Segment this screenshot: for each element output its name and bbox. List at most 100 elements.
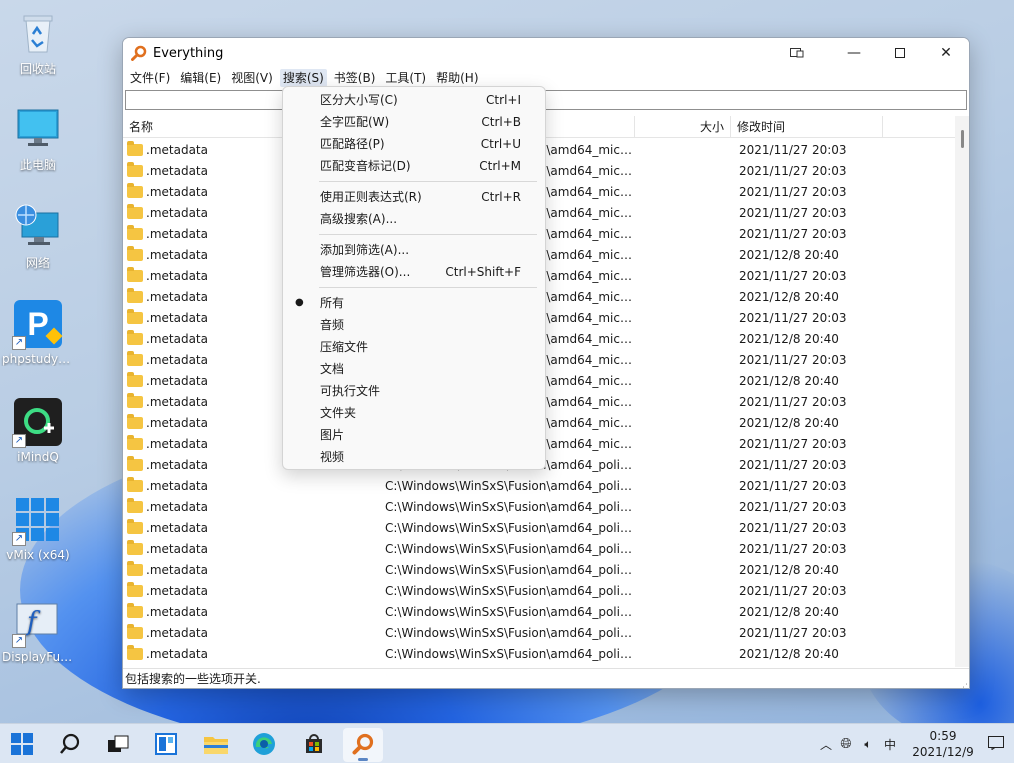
- search-icon[interactable]: [56, 730, 84, 758]
- desktop-icon-label: vMix (x64): [6, 548, 70, 562]
- desktop-icon-displayfusion[interactable]: f ↗ DisplayFus...: [0, 598, 76, 664]
- shortcut-arrow-icon: ↗: [12, 434, 26, 448]
- ime-indicator[interactable]: 中: [878, 736, 902, 753]
- search-menu-item[interactable]: 匹配路径(P) Ctrl+U: [283, 133, 545, 155]
- menu-item-shortcut: Ctrl+U: [480, 137, 521, 151]
- start-icon[interactable]: [8, 730, 36, 758]
- table-row[interactable]: .metadata C:\Windows\WinSxS\Fusion\amd64_…: [123, 622, 955, 643]
- cell-modified: 2021/11/27 20:03: [739, 499, 847, 514]
- minimize-button[interactable]: —: [831, 38, 877, 68]
- notification-icon[interactable]: [988, 736, 1004, 751]
- cell-name: .metadata: [123, 560, 379, 577]
- title-bar[interactable]: Everything — ✕: [123, 38, 969, 68]
- folder-icon: [127, 644, 143, 660]
- search-menu-item[interactable]: 音频: [283, 314, 545, 336]
- file-explorer-icon[interactable]: [202, 730, 230, 758]
- cell-modified: 2021/12/8 20:40: [739, 646, 839, 661]
- search-menu-item[interactable]: 高级搜索(A)...: [283, 208, 545, 230]
- desktop-icon-phpstudy[interactable]: P ↗ phpstudy_...: [0, 300, 76, 366]
- desktop-icon-imindq[interactable]: ↗ iMindQ: [0, 398, 76, 464]
- menu-view[interactable]: 视图(V): [228, 69, 276, 87]
- file-name: .metadata: [146, 310, 208, 325]
- desktop-icon-vmix[interactable]: ↗ vMix (x64): [0, 496, 76, 562]
- menu-file[interactable]: 文件(F): [127, 69, 173, 87]
- scrollbar-thumb[interactable]: [961, 130, 964, 148]
- file-name: .metadata: [146, 646, 208, 661]
- search-menu-item[interactable]: 文档: [283, 358, 545, 380]
- shortcut-arrow-icon: ↗: [12, 634, 26, 648]
- maximize-button[interactable]: [877, 38, 923, 68]
- phpstudy-icon: P ↗: [12, 300, 63, 350]
- menu-help[interactable]: 帮助(H): [433, 69, 481, 87]
- cell-modified: 2021/11/27 20:03: [739, 541, 847, 556]
- search-menu-item[interactable]: 管理筛选器(O)... Ctrl+Shift+F: [283, 261, 545, 283]
- task-view-icon[interactable]: [104, 730, 132, 758]
- menu-item-shortcut: Ctrl+Shift+F: [445, 265, 521, 279]
- menu-item-label: 区分大小写(C): [320, 93, 398, 107]
- desktop-icon-label: phpstudy_...: [2, 352, 76, 366]
- chevron-up-icon[interactable]: ︿: [818, 736, 834, 753]
- close-button[interactable]: ✕: [923, 38, 969, 68]
- menu-search[interactable]: 搜索(S): [279, 69, 327, 87]
- maximize-icon: [895, 48, 905, 58]
- file-name: .metadata: [146, 478, 208, 493]
- column-size[interactable]: 大小: [635, 116, 731, 138]
- desktop-icon-network[interactable]: 网络: [0, 202, 76, 271]
- checked-bullet-icon: ●: [295, 297, 304, 308]
- search-menu-item[interactable]: 图片: [283, 424, 545, 446]
- clock-date: 2021/12/9: [912, 745, 974, 759]
- search-input[interactable]: [125, 90, 967, 110]
- file-name: .metadata: [146, 583, 208, 598]
- cell-modified: 2021/11/27 20:03: [739, 184, 847, 199]
- menu-bookmarks[interactable]: 书签(B): [331, 69, 379, 87]
- menu-tools[interactable]: 工具(T): [382, 69, 429, 87]
- menu-item-label: 压缩文件: [320, 340, 369, 354]
- table-row[interactable]: .metadata C:\Windows\WinSxS\Fusion\amd64_…: [123, 643, 955, 664]
- search-menu-item[interactable]: 区分大小写(C) Ctrl+I: [283, 89, 545, 111]
- folder-icon: [127, 539, 143, 555]
- folder-icon: [127, 329, 143, 345]
- table-row[interactable]: .metadata C:\Windows\WinSxS\Fusion\amd64_…: [123, 517, 955, 538]
- edge-icon[interactable]: [250, 730, 278, 758]
- folder-icon: [127, 497, 143, 513]
- search-menu-item[interactable]: 可执行文件: [283, 380, 545, 402]
- clock[interactable]: 0:59 2021/12/9: [908, 728, 978, 760]
- volume-icon[interactable]: 🔈︎: [858, 737, 878, 752]
- vertical-scrollbar[interactable]: [955, 116, 969, 667]
- cell-name: .metadata: [123, 518, 379, 535]
- search-menu-item[interactable]: 使用正则表达式(R) Ctrl+R: [283, 186, 545, 208]
- folder-icon: [127, 266, 143, 282]
- table-row[interactable]: .metadata C:\Windows\WinSxS\Fusion\amd64_…: [123, 496, 955, 517]
- widgets-icon[interactable]: [152, 730, 180, 758]
- menu-edit[interactable]: 编辑(E): [177, 69, 224, 87]
- search-menu-item[interactable]: 全字匹配(W) Ctrl+B: [283, 111, 545, 133]
- file-name: .metadata: [146, 457, 208, 472]
- cell-path: C:\Windows\WinSxS\Fusion\amd64_polic...: [385, 583, 635, 598]
- store-icon[interactable]: [300, 730, 328, 758]
- desktop-icon-recycle-bin[interactable]: 回收站: [0, 8, 76, 77]
- compact-mode-icon[interactable]: [781, 38, 813, 68]
- table-row[interactable]: .metadata C:\Windows\WinSxS\Fusion\amd64_…: [123, 559, 955, 580]
- cell-modified: 2021/11/27 20:03: [739, 205, 847, 220]
- recycle-bin-icon: [14, 8, 62, 56]
- search-menu-item[interactable]: 匹配变音标记(D) Ctrl+M: [283, 155, 545, 177]
- cell-modified: 2021/11/27 20:03: [739, 457, 847, 472]
- file-name: .metadata: [146, 541, 208, 556]
- search-menu-item[interactable]: 视频: [283, 446, 545, 468]
- desktop-icon-this-pc[interactable]: 此电脑: [0, 104, 76, 173]
- table-row[interactable]: .metadata C:\Windows\WinSxS\Fusion\amd64_…: [123, 601, 955, 622]
- resize-grip-icon[interactable]: ⋰: [959, 678, 969, 688]
- network-globe-icon[interactable]: 🌐︎: [834, 736, 858, 752]
- everything-taskbar-button[interactable]: [343, 728, 383, 762]
- column-modified[interactable]: 修改时间: [731, 116, 883, 138]
- search-menu-item[interactable]: 压缩文件: [283, 336, 545, 358]
- table-row[interactable]: .metadata C:\Windows\WinSxS\Fusion\amd64_…: [123, 580, 955, 601]
- table-row[interactable]: .metadata C:\Windows\WinSxS\Fusion\amd64_…: [123, 475, 955, 496]
- menu-bar: 文件(F) 编辑(E) 视图(V) 搜索(S) 书签(B) 工具(T) 帮助(H…: [123, 68, 969, 88]
- search-menu-item[interactable]: ● 所有: [283, 292, 545, 314]
- search-menu-item[interactable]: 添加到筛选(A)...: [283, 239, 545, 261]
- table-row[interactable]: .metadata C:\Windows\WinSxS\Fusion\amd64_…: [123, 538, 955, 559]
- shortcut-arrow-icon: ↗: [12, 532, 26, 546]
- search-menu-item[interactable]: 文件夹: [283, 402, 545, 424]
- folder-icon: [127, 350, 143, 366]
